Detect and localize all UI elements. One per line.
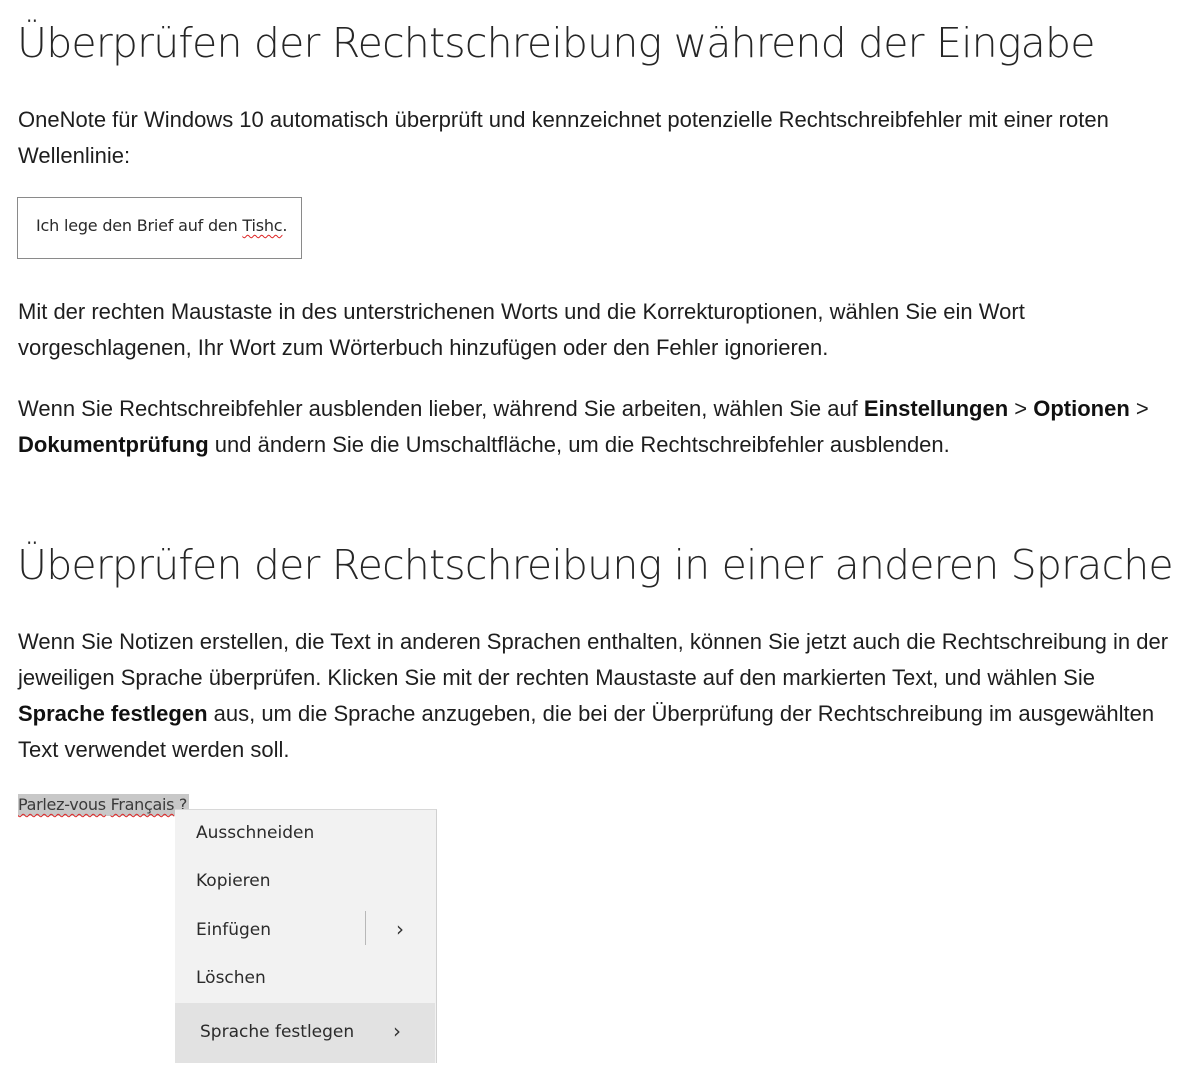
menu-item-set-language[interactable]: Sprache festlegen › (175, 1003, 435, 1063)
section-heading-spellcheck-typing: Überprüfen der Rechtschreibung während d… (17, 19, 1095, 67)
hide-errors-text-1: Wenn Sie Rechtschreibfehler ausblenden l… (18, 396, 864, 421)
menu-item-copy[interactable]: Kopieren (175, 858, 435, 906)
spelling-example-box: Ich lege den Brief auf den Tishc. (17, 197, 302, 259)
menu-item-delete[interactable]: Löschen (175, 955, 435, 1003)
chevron-right-icon: › (393, 1019, 401, 1043)
selected-word-2: Français (110, 795, 175, 814)
hide-errors-text-2: und ändern Sie die Umschaltfläche, um di… (208, 432, 950, 457)
misspelled-word[interactable]: Tishc (242, 216, 282, 235)
other-language-paragraph: Wenn Sie Notizen erstellen, die Text in … (18, 624, 1178, 768)
settings-term: Einstellungen (863, 396, 1009, 421)
intro-paragraph: OneNote für Windows 10 automatisch überp… (18, 107, 1109, 168)
menu-item-label: Einfügen (196, 920, 272, 940)
chevron-right-icon[interactable]: › (396, 917, 404, 941)
menu-item-cut[interactable]: Ausschneiden (175, 810, 435, 858)
path-separator: > (1008, 396, 1034, 421)
hide-errors-paragraph: Wenn Sie Rechtschreibfehler ausblenden l… (18, 391, 1178, 463)
section-heading-other-language: Überprüfen der Rechtschreibung in einer … (17, 541, 1174, 589)
menu-item-label: Ausschneiden (196, 823, 315, 843)
menu-split-divider (365, 911, 366, 945)
menu-item-label: Sprache festlegen (200, 1022, 355, 1042)
context-menu: Ausschneiden Kopieren Einfügen › Löschen… (175, 809, 437, 1063)
spelling-example-text: Ich lege den Brief auf den Tishc. (36, 216, 288, 235)
selected-french-text[interactable]: Parlez-vous Français ? (18, 794, 190, 816)
example-text-before: Ich lege den Brief auf den (36, 216, 243, 235)
correction-options-paragraph: Mit der rechten Maustaste in des unterst… (18, 299, 1025, 360)
proofing-term: Dokumentprüfung (18, 432, 209, 457)
other-language-text-1: Wenn Sie Notizen erstellen, die Text in … (18, 629, 1169, 690)
menu-item-paste[interactable]: Einfügen › (175, 907, 435, 955)
menu-item-label: Kopieren (196, 871, 271, 891)
path-separator: > (1129, 396, 1149, 421)
options-term: Optionen (1033, 396, 1130, 421)
menu-item-label: Löschen (196, 968, 266, 988)
example-text-after: . (282, 216, 288, 235)
selected-word-1: Parlez-vous (18, 795, 106, 814)
set-language-term: Sprache festlegen (18, 701, 208, 726)
